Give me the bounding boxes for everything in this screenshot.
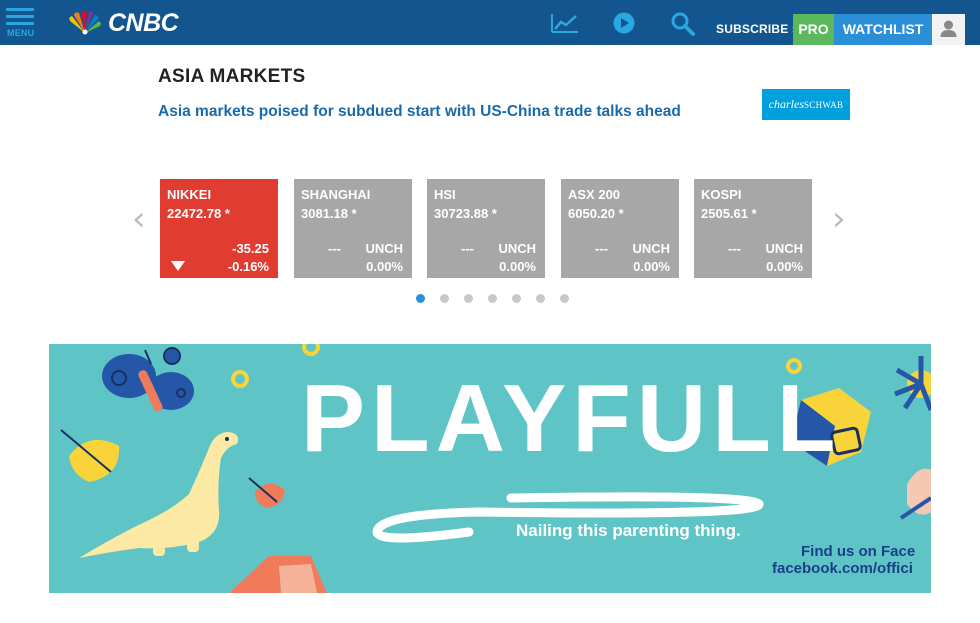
butterfly-icon (102, 347, 194, 412)
search-icon[interactable] (670, 12, 700, 36)
sponsor-logo[interactable]: charlesSCHWAB (762, 89, 850, 120)
logo-text: CNBC (108, 8, 179, 37)
leaf-icon (60, 429, 120, 482)
card-price: 30723.88 * (434, 206, 497, 221)
card-price: 2505.61 * (701, 206, 757, 221)
card-change: UNCH (765, 241, 803, 256)
carousel-next-icon[interactable]: › (832, 202, 846, 236)
card-price: 22472.78 * (167, 206, 230, 221)
card-name: KOSPI (701, 187, 742, 202)
banner-tagline: Nailing this parenting thing. (516, 521, 741, 540)
card-percent: 0.00% (766, 259, 803, 274)
card-change: UNCH (365, 241, 403, 256)
subscribe-link[interactable]: SUBSCRIBE › (716, 22, 796, 36)
page-dot[interactable] (560, 294, 569, 303)
sponsor-script: charles (768, 97, 804, 111)
page-dot[interactable] (536, 294, 545, 303)
down-arrow-icon (171, 261, 185, 271)
play-icon[interactable] (612, 12, 642, 34)
watchlist-button[interactable]: WATCHLIST (834, 14, 932, 45)
market-card-kospi[interactable]: KOSPI 2505.61 * --- UNCH 0.00% (694, 179, 812, 278)
card-change: UNCH (632, 241, 670, 256)
leaf-icon (248, 477, 285, 508)
headline-link[interactable]: Asia markets poised for subdued start wi… (158, 103, 681, 121)
sponsor-caps: SCHWAB (804, 100, 844, 110)
card-change: UNCH (498, 241, 536, 256)
page-dot[interactable] (440, 294, 449, 303)
card-percent: 0.00% (633, 259, 670, 274)
banner-title: PLAYFULL (301, 365, 842, 472)
banner-find-us: Find us on Face (801, 543, 916, 560)
card-dash: --- (728, 241, 741, 256)
user-account-button[interactable] (932, 14, 965, 45)
carousel-prev-icon[interactable]: ‹ (132, 202, 146, 236)
page-dot[interactable] (512, 294, 521, 303)
playfull-ad-banner[interactable]: PLAYFULL Nailing this parenting thing. F… (49, 344, 931, 593)
market-card-nikkei[interactable]: NIKKEI 22472.78 * -35.25 -0.16% (160, 179, 278, 278)
menu-button[interactable]: MENU (6, 8, 36, 40)
card-change: -35.25 (232, 241, 269, 256)
cnbc-logo[interactable]: CNBC (66, 8, 179, 37)
market-card-hsi[interactable]: HSI 30723.88 * --- UNCH 0.00% (427, 179, 545, 278)
page-dot[interactable] (464, 294, 473, 303)
market-card-shanghai[interactable]: SHANGHAI 3081.18 * --- UNCH 0.00% (294, 179, 412, 278)
page-dot[interactable] (488, 294, 497, 303)
menu-icon-bar (6, 22, 34, 25)
card-dash: --- (328, 241, 341, 256)
top-navigation-bar: MENU CNBC SUBSCRIBE › PRO WATCHLIST (0, 0, 980, 45)
banner-url: facebook.com/offici (772, 560, 913, 577)
card-dash: --- (595, 241, 608, 256)
card-price: 3081.18 * (301, 206, 357, 221)
chart-icon[interactable] (550, 12, 580, 34)
flower-icon (894, 356, 931, 411)
card-price: 6050.20 * (568, 206, 624, 221)
peacock-logo-icon (69, 11, 101, 35)
card-dash: --- (461, 241, 474, 256)
user-icon (940, 20, 957, 37)
menu-icon-bar (6, 15, 34, 18)
card-name: HSI (434, 187, 456, 202)
section-title: ASIA MARKETS (158, 66, 306, 87)
card-name: NIKKEI (167, 187, 212, 202)
card-percent: 0.00% (366, 259, 403, 274)
menu-icon (6, 8, 34, 11)
pro-button[interactable]: PRO (793, 14, 834, 45)
market-card-asx200[interactable]: ASX 200 6050.20 * --- UNCH 0.00% (561, 179, 679, 278)
menu-label: MENU (7, 28, 35, 38)
card-name: ASX 200 (568, 187, 621, 202)
card-percent: 0.00% (499, 259, 536, 274)
card-percent: -0.16% (227, 259, 269, 274)
page-dot[interactable] (416, 294, 425, 303)
card-name: SHANGHAI (301, 187, 371, 202)
